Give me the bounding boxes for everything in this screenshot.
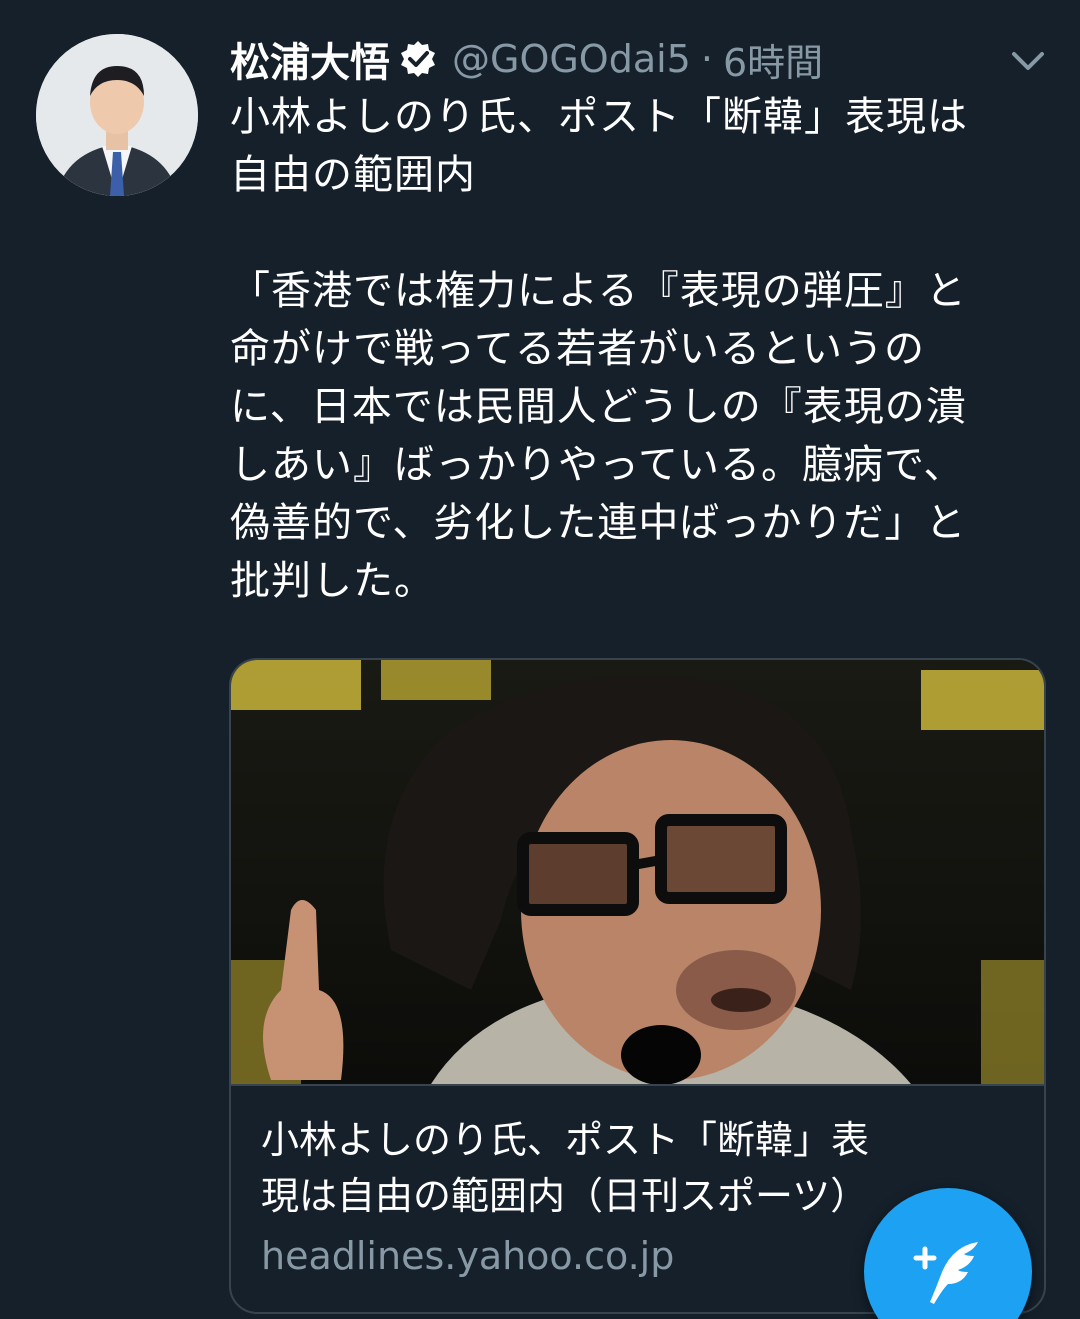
- card-divider: [231, 1084, 1044, 1086]
- author-name[interactable]: 松浦大悟: [230, 30, 390, 88]
- tweet-timestamp[interactable]: 6時間: [723, 32, 823, 87]
- card-domain: headlines.yahoo.co.jp: [261, 1234, 675, 1278]
- tweet-text-line: に、日本では民間人どうしの『表現の潰: [230, 384, 967, 430]
- tweet-text-line: 偽善的で、劣化した連中ばっかりだ」と: [230, 500, 967, 546]
- tweet-text-line: 自由の範囲内: [230, 152, 476, 198]
- avatar[interactable]: [36, 34, 198, 196]
- separator-dot: ·: [700, 37, 713, 81]
- compose-tweet-icon: [913, 1242, 978, 1304]
- author-handle[interactable]: @GOGOdai5: [452, 37, 691, 81]
- tweet-text-line: 「香港では権力による『表現の弾圧』と: [230, 268, 967, 314]
- tweet-text-line: 小林よしのり氏、ポスト「断韓」表現は: [230, 94, 968, 140]
- verified-badge-icon: [398, 39, 438, 79]
- tweet-text: 小林よしのり氏、ポスト「断韓」表現は 自由の範囲内 「香港では権力による『表現の…: [230, 88, 1050, 610]
- tweet-header: 松浦大悟 @GOGOdai5 · 6時間: [230, 30, 823, 88]
- card-title[interactable]: 小林よしのり氏、ポスト「断韓」表 現は自由の範囲内（日刊スポーツ）: [261, 1112, 1001, 1224]
- card-image[interactable]: [231, 660, 1044, 1084]
- tweet-text-line: 命がけで戦ってる若者がいるというの: [230, 326, 925, 372]
- chevron-down-icon[interactable]: [1006, 44, 1050, 80]
- card-title-line: 小林よしのり氏、ポスト「断韓」表: [261, 1118, 870, 1162]
- tweet-text-line: 批判した。: [230, 558, 435, 604]
- tweet-text-line: しあい』ばっかりやっている。臆病で、: [230, 442, 965, 488]
- tweet[interactable]: 松浦大悟 @GOGOdai5 · 6時間 小林よしのり氏、ポスト「断韓」表現は …: [0, 0, 1080, 1319]
